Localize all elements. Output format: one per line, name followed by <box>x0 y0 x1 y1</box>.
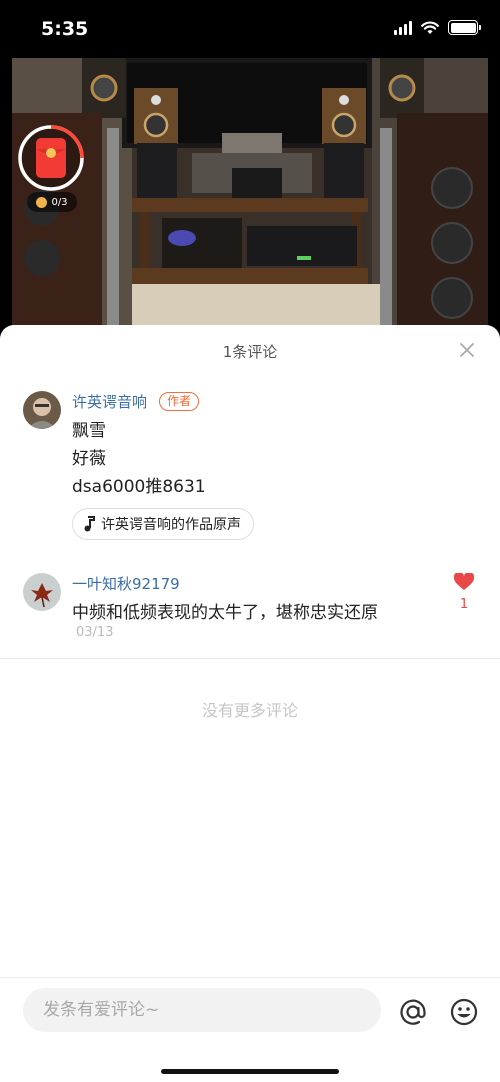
original-sound-label: 许英谔音响的作品原声 <box>101 517 241 533</box>
music-note-icon <box>84 516 95 532</box>
status-bar: 5:35 <box>0 0 500 58</box>
heart-icon <box>453 571 475 590</box>
emoji-icon[interactable] <box>450 998 478 1026</box>
red-packet-progress: 0/3 <box>27 192 77 212</box>
comment-input-wrapper[interactable] <box>23 988 381 1032</box>
like-count: 1 <box>459 597 469 612</box>
comment-text: 中频和低频表现的太牛了，堪称忠实还原 <box>72 603 378 623</box>
status-icons <box>394 20 481 35</box>
no-more-comments-text: 没有更多评论 <box>201 701 298 720</box>
author-badge: 作者 <box>159 392 200 411</box>
status-time: 5:35 <box>41 18 89 40</box>
video-frame-image <box>12 58 488 328</box>
comment-item[interactable]: 许英谔音响 作者 飘雪 好薇 dsa6000推8631 许英谔音响的作品原声 <box>0 385 500 545</box>
divider <box>0 658 500 659</box>
like-button[interactable]: 1 <box>452 571 476 612</box>
comments-title: 1条评论 <box>222 343 278 361</box>
comment-input-bar <box>0 977 500 1082</box>
avatar[interactable] <box>23 573 61 611</box>
comment-date: 03/13 <box>76 625 114 640</box>
wifi-icon <box>421 21 439 34</box>
comment-author[interactable]: 许英谔音响 <box>72 391 147 412</box>
at-mention-icon[interactable] <box>399 998 427 1026</box>
close-icon[interactable] <box>456 339 478 361</box>
battery-icon <box>448 20 481 35</box>
comment-text-line: 飘雪 <box>72 421 106 441</box>
comment-input[interactable] <box>23 988 381 1032</box>
comment-item[interactable]: 一叶知秋92179 中频和低频表现的太牛了，堪称忠实还原 03/13 1 <box>0 567 500 647</box>
comment-author[interactable]: 一叶知秋92179 <box>72 573 180 594</box>
comments-sheet: 1条评论 许英谔音响 作者 飘雪 好薇 dsa6000推8631 许英谔音响的作… <box>0 325 500 1082</box>
comment-text-line: dsa6000推8631 <box>72 477 206 497</box>
coin-icon <box>36 196 48 208</box>
red-packet-progress-text: 0/3 <box>51 196 68 208</box>
cellular-signal-icon <box>394 20 412 35</box>
red-packet-button[interactable] <box>18 125 84 191</box>
original-sound-chip[interactable]: 许英谔音响的作品原声 <box>72 508 254 540</box>
avatar[interactable] <box>23 391 61 429</box>
home-indicator <box>161 1069 339 1074</box>
comment-text-line: 好薇 <box>72 449 106 469</box>
video-player[interactable] <box>12 58 488 328</box>
